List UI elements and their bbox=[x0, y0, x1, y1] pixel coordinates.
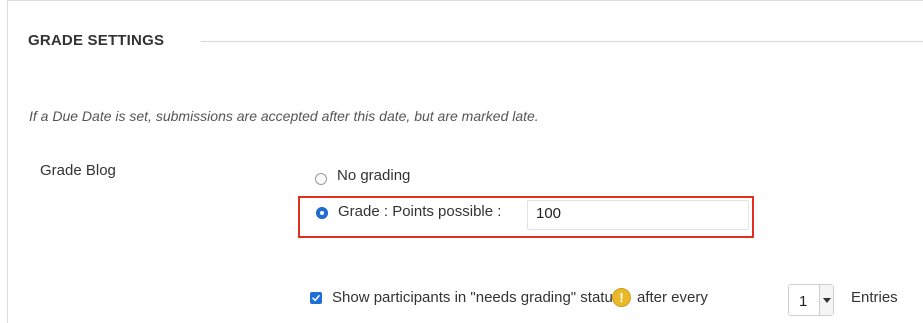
needs-grading-label[interactable]: Show participants in "needs grading" sta… bbox=[332, 289, 620, 306]
grade-points-radio[interactable] bbox=[316, 207, 328, 219]
entries-count-value: 1 bbox=[799, 293, 808, 310]
entries-label: Entries bbox=[851, 289, 898, 306]
grade-blog-label: Grade Blog bbox=[40, 162, 116, 179]
no-grading-radio[interactable] bbox=[315, 173, 327, 185]
checkmark-icon bbox=[312, 295, 320, 302]
after-every-label: after every bbox=[637, 289, 708, 306]
due-date-note: If a Due Date is set, submissions are ac… bbox=[29, 108, 539, 124]
warning-icon: ! bbox=[612, 288, 631, 307]
chevron-down-icon[interactable] bbox=[819, 285, 833, 315]
entries-count-select[interactable]: 1 bbox=[788, 284, 834, 316]
section-divider bbox=[201, 41, 923, 42]
needs-grading-checkbox[interactable] bbox=[310, 292, 322, 304]
points-possible-input[interactable]: 100 bbox=[527, 200, 749, 230]
section-title: GRADE SETTINGS bbox=[28, 32, 165, 49]
grade-points-label[interactable]: Grade : Points possible : bbox=[338, 203, 501, 220]
no-grading-label[interactable]: No grading bbox=[337, 167, 410, 184]
